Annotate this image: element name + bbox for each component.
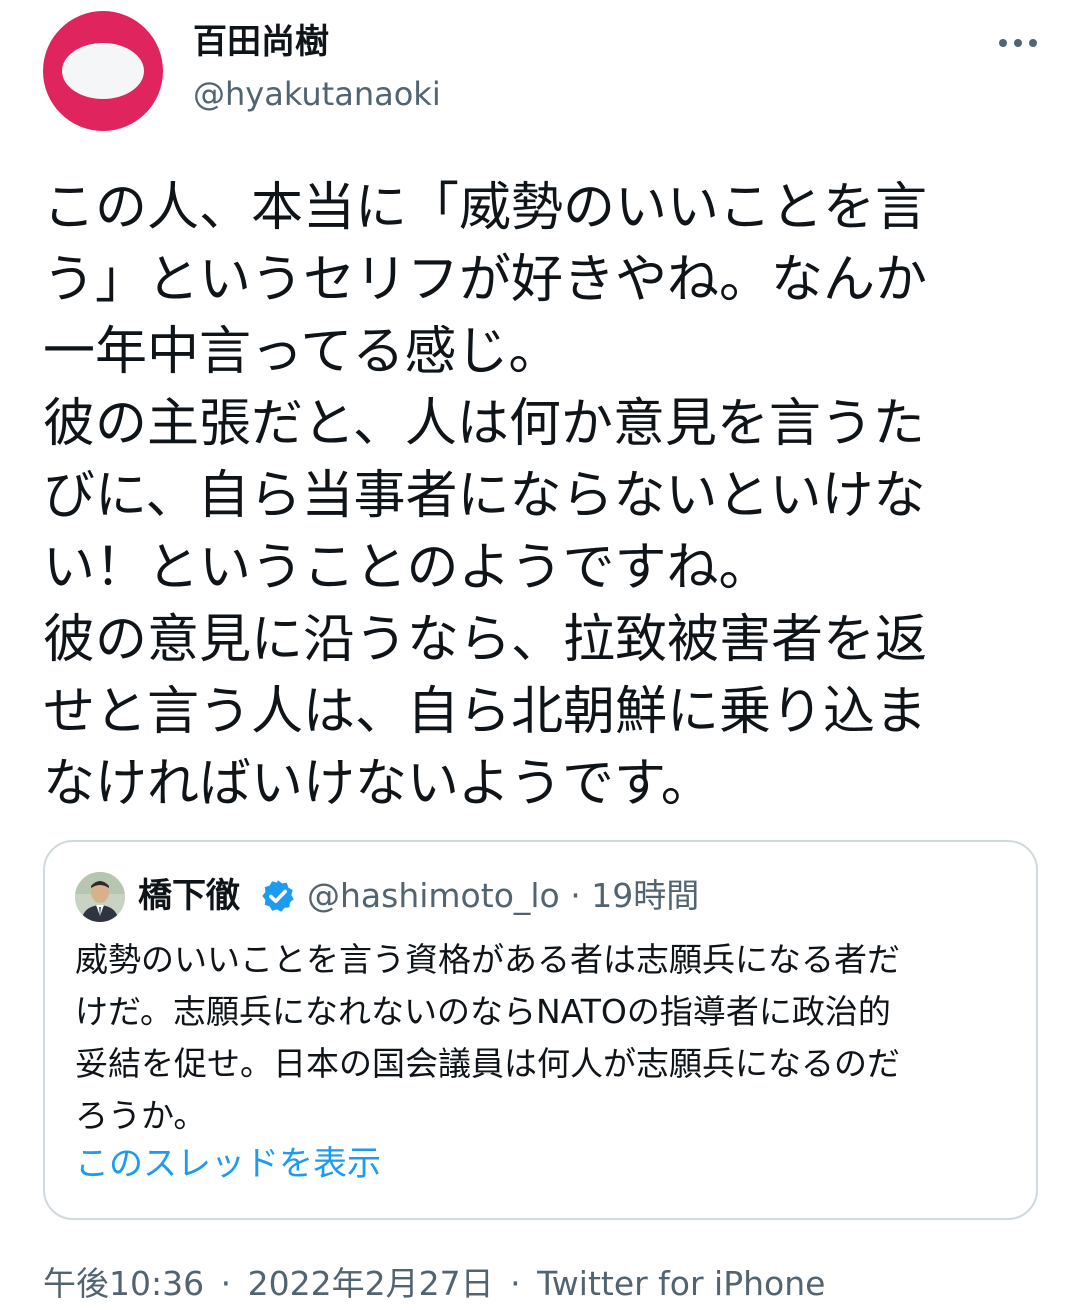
quoted-author-display-name: 橋下徹 (138, 876, 240, 916)
quoted-text-line: けだ。志願兵になれないのならNATOの指導者に政治的 (75, 992, 891, 1031)
tweet-date[interactable]: 2022年2月27日 (248, 1264, 494, 1303)
tweet-text-line: びに、自ら当事者にならないといけな (43, 466, 926, 526)
separator-dot: · (220, 1264, 232, 1303)
tweet-time[interactable]: 午後10:36 (43, 1264, 204, 1303)
show-thread-link[interactable]: このスレッドを表示 (75, 1142, 381, 1186)
quoted-tweet-card[interactable]: 橋下徹 @hashimoto_lo · 19時間 威勢のいいことを言う資格がある… (43, 840, 1038, 1220)
verified-badge-icon (262, 880, 294, 912)
more-options-button[interactable] (996, 28, 1040, 58)
quoted-tweet-text: 威勢のいいことを言う資格がある者は志願兵になる者だ けだ。志願兵になれないのなら… (75, 934, 1015, 1142)
tweet-text-line: この人、本当に「威勢のいいことを言 (43, 178, 928, 238)
tweet-text-line: 彼の意見に沿うなら、拉致被害者を返 (43, 610, 928, 670)
author-handle[interactable]: @hyakutanaoki (193, 72, 441, 116)
quoted-author-avatar-icon (75, 872, 125, 922)
quoted-text-line: ろうか。 (75, 1096, 207, 1135)
tweet-text-line: せと言う人は、自ら北朝鮮に乗り込ま (43, 682, 928, 742)
quoted-text-line: 威勢のいいことを言う資格がある者は志願兵になる者だ (75, 940, 900, 979)
author-display-name[interactable]: 百田尚樹 (193, 20, 329, 64)
tweet-text-line: い！ということのようですね。 (43, 538, 771, 598)
tweet-text-line: なければいけないようです。 (43, 754, 713, 814)
tweet-text-line: 彼の主張だと、人は何か意見を言うた (43, 394, 925, 454)
tweet-source-link[interactable]: Twitter for iPhone (537, 1264, 825, 1303)
avatar-inner-shape (62, 43, 144, 99)
quoted-text-line: 妥結を促せ。日本の国会議員は何人が志願兵になるのだ (75, 1044, 900, 1083)
tweet-text-line: 一年中言ってる感じ。 (43, 322, 561, 382)
author-avatar-icon[interactable] (43, 11, 163, 131)
quoted-handle-and-time: @hashimoto_lo · 19時間 (307, 876, 700, 915)
separator-dot: · (510, 1264, 521, 1303)
tweet-text: この人、本当に「威勢のいいことを言 う」というセリフが好きやね。なんか 一年中言… (43, 172, 1043, 820)
tweet-text-line: う」というセリフが好きやね。なんか (43, 250, 928, 310)
more-icon (999, 39, 1037, 47)
person-photo-icon (75, 872, 125, 922)
tweet-timestamp-row: 午後10:36 · 2022年2月27日 · Twitter for iPhon… (43, 1262, 825, 1306)
